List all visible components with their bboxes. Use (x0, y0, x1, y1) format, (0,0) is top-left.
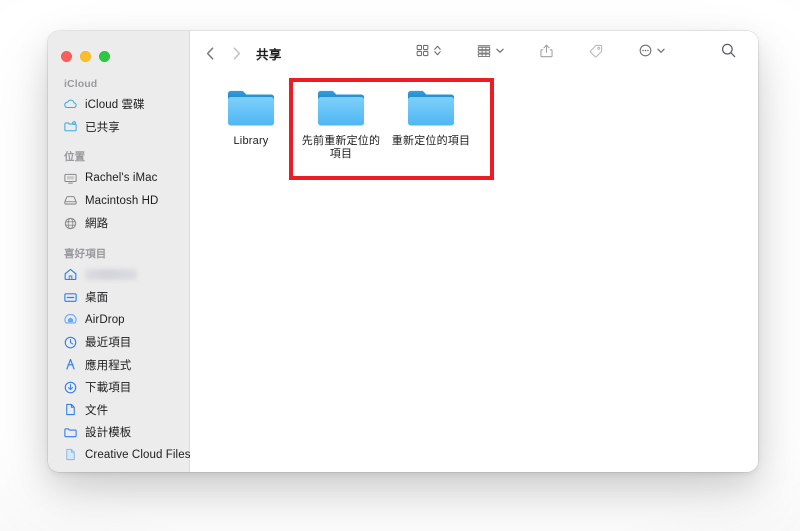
sidebar-item-label: 應用程式 (85, 359, 132, 372)
sidebar-item-label: iCloud 雲碟 (85, 99, 145, 112)
sidebar-item-airdrop[interactable]: AirDrop (48, 309, 189, 332)
sidebar-item-macintosh-hd[interactable]: Macintosh HD (48, 190, 189, 213)
sidebar-item-home[interactable] (48, 264, 189, 287)
cloud-icon (63, 97, 78, 112)
sidebar-item-label: 網路 (85, 218, 109, 231)
chevron-down-icon (495, 43, 505, 63)
harddisk-icon (63, 193, 78, 208)
sidebar-item-network[interactable]: 網路 (48, 212, 189, 235)
minimize-button[interactable] (80, 51, 91, 62)
chevron-down-icon (656, 43, 666, 63)
sidebar-item-shared[interactable]: 已共享 (48, 116, 189, 139)
file-item-previously-relocated[interactable]: 先前重新定位的項目 (296, 79, 386, 161)
sidebar-item-label: Rachel's iMac (85, 172, 158, 185)
document-icon (63, 447, 78, 462)
sidebar-item-label: Macintosh HD (85, 194, 159, 207)
folder-icon (404, 85, 458, 131)
search-button[interactable] (713, 42, 744, 64)
file-label: 先前重新定位的項目 (301, 135, 381, 160)
file-label: Library (233, 135, 269, 147)
list-rows-icon (476, 43, 492, 63)
sidebar-item-label: 設計模板 (85, 427, 132, 440)
chevron-left-icon[interactable] (204, 45, 216, 61)
sidebar-item-icloud-drive[interactable]: iCloud 雲碟 (48, 93, 189, 116)
clock-icon (63, 335, 78, 350)
sidebar-section-locations-title: 位置 (64, 151, 86, 163)
document-icon (63, 402, 78, 417)
main-pane: 共享 Library 先前重新定位的項目 重新定位的項目 (190, 31, 758, 472)
chevron-updown-icon (433, 43, 442, 63)
airdrop-icon (63, 312, 78, 327)
chevron-right-icon[interactable] (230, 45, 242, 61)
sidebar-item-recents[interactable]: 最近項目 (48, 331, 189, 354)
sidebar-item-desktop[interactable]: 桌面 (48, 286, 189, 309)
tags-button[interactable] (581, 42, 611, 64)
sidebar-item-label: 文件 (85, 404, 109, 417)
desktop-icon (63, 290, 78, 305)
display-icon (63, 171, 78, 186)
toolbar-actions (408, 42, 744, 64)
folder-icon (314, 85, 368, 131)
toolbar: 共享 (190, 31, 758, 75)
sidebar-item-label: 下載項目 (85, 382, 132, 395)
file-item-relocated[interactable]: 重新定位的項目 (386, 79, 476, 161)
sidebar-section-favorites-title: 喜好項目 (64, 247, 107, 260)
sidebar-item-downloads[interactable]: 下載項目 (48, 376, 189, 399)
close-button[interactable] (61, 51, 72, 62)
search-icon (720, 42, 737, 64)
navigation-arrows (204, 45, 242, 61)
sidebar-item-rachels-imac[interactable]: Rachel's iMac (48, 167, 189, 190)
group-by-button[interactable] (469, 42, 512, 64)
globe-icon (63, 216, 78, 231)
view-mode-button[interactable] (408, 42, 449, 64)
sidebar-item-label: Creative Cloud Files (85, 448, 191, 461)
sidebar-item-applications[interactable]: 應用程式 (48, 354, 189, 377)
sidebar-item-label-redacted (85, 269, 137, 281)
tag-icon (588, 43, 604, 63)
sidebar-item-label: 最近項目 (85, 337, 132, 350)
sidebar-item-creative-cloud-files[interactable]: Creative Cloud Files (48, 444, 191, 467)
shared-folder-icon (63, 119, 78, 134)
more-actions-button[interactable] (631, 42, 673, 64)
file-item-library[interactable]: Library (206, 79, 296, 161)
window-controls (48, 39, 189, 67)
applications-icon (63, 357, 78, 372)
folder-icon (63, 425, 78, 440)
share-icon (539, 43, 554, 64)
maximize-button[interactable] (99, 51, 110, 62)
finder-window: iCloud iCloud 雲碟 已共享 位置 Rachel's iMac Ma… (48, 31, 758, 472)
sidebar-section-icloud-title: iCloud (64, 78, 98, 90)
share-button[interactable] (532, 42, 561, 64)
file-label: 重新定位的項目 (391, 135, 471, 147)
home-icon (63, 267, 78, 282)
sidebar-item-label: AirDrop (85, 313, 125, 326)
page-title: 共享 (256, 47, 282, 62)
sidebar-item-label: 已共享 (85, 121, 120, 134)
sidebar-item-documents[interactable]: 文件 (48, 399, 189, 422)
ellipsis-circle-icon (638, 43, 653, 63)
folder-icon (224, 85, 278, 131)
file-grid: Library 先前重新定位的項目 重新定位的項目 (190, 75, 758, 180)
download-icon (63, 380, 78, 395)
grid-view-icon (415, 43, 430, 63)
sidebar-item-label: 桌面 (85, 292, 109, 305)
sidebar-item-design-templates[interactable]: 設計模板 (48, 421, 189, 444)
sidebar: iCloud iCloud 雲碟 已共享 位置 Rachel's iMac Ma… (48, 31, 190, 472)
